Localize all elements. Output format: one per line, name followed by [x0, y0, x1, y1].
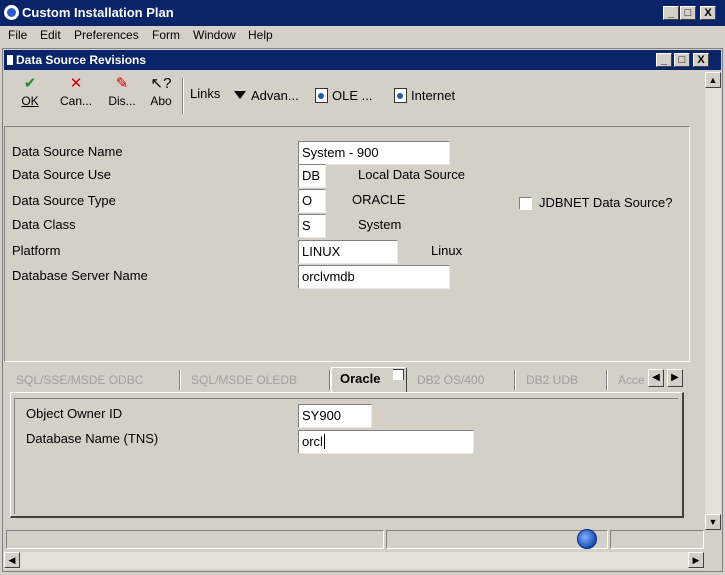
jdbnet-label: JDBNET Data Source?: [539, 195, 673, 210]
tab-scroll-right-button[interactable]: ▶: [667, 369, 683, 387]
object-owner-id-field[interactable]: SY900: [298, 404, 372, 428]
display-button[interactable]: ✎ Dis...: [104, 76, 140, 116]
advanced-label: Advan...: [251, 88, 299, 103]
app-title: Custom Installation Plan: [22, 5, 174, 20]
ole-icon: [315, 88, 328, 103]
menu-preferences[interactable]: Preferences: [74, 28, 139, 42]
form-maximize-button[interactable]: □: [674, 53, 690, 67]
tab-sql-sse-msde-odbc[interactable]: SQL/SSE/MSDE ODBC: [6, 370, 153, 390]
form-title: Data Source Revisions: [16, 53, 147, 67]
about-label: Abo: [150, 94, 172, 108]
vertical-scrollbar[interactable]: ▲ ▼: [705, 72, 721, 530]
data-source-use-label: Data Source Use: [12, 167, 111, 182]
platform-field[interactable]: LINUX: [298, 240, 398, 264]
display-label: Dis...: [108, 94, 136, 108]
status-cell-tertiary: [610, 530, 704, 549]
globe-icon: [577, 529, 597, 549]
maximize-button[interactable]: □: [680, 6, 696, 20]
menu-window[interactable]: Window: [193, 28, 236, 42]
check-icon: ✔: [23, 75, 37, 92]
text-cursor: [323, 434, 325, 449]
ok-label: OK: [21, 94, 39, 108]
toolbar: ✔ OK ✕ Can... ✎ Dis... ↖? Abo Links Adva…: [4, 72, 721, 120]
tab-access[interactable]: Acce: [608, 370, 648, 390]
arrow-down-icon: ▼: [708, 517, 718, 527]
about-button[interactable]: ↖? Abo: [146, 76, 176, 116]
menu-help[interactable]: Help: [248, 28, 273, 42]
database-name-tns-field[interactable]: orcl: [298, 430, 474, 454]
menu-bar: File Edit Preferences Form Window Help: [0, 26, 725, 46]
internet-button[interactable]: Internet: [394, 88, 455, 103]
data-source-type-field[interactable]: O: [298, 189, 326, 213]
data-source-type-label: Data Source Type: [12, 193, 116, 208]
tab-sql-msde-oledb[interactable]: SQL/MSDE OLEDB: [181, 370, 307, 390]
arrow-up-icon: ▲: [708, 75, 718, 85]
scroll-right-button[interactable]: ▶: [688, 552, 704, 568]
app-icon: [4, 5, 19, 20]
cancel-label: Can...: [59, 94, 92, 108]
jdbnet-checkbox[interactable]: [519, 197, 532, 210]
tab-db2-udb[interactable]: DB2 UDB: [516, 370, 588, 390]
data-class-label: Data Class: [12, 217, 76, 232]
internet-icon: [394, 88, 407, 103]
app-title-bar: Custom Installation Plan _ □ X: [0, 0, 725, 26]
menu-edit[interactable]: Edit: [40, 28, 61, 42]
form-minimize-button[interactable]: _: [656, 53, 672, 67]
x-icon: ✕: [69, 75, 83, 92]
data-source-name-label: Data Source Name: [12, 144, 123, 159]
database-name-tns-label: Database Name (TNS): [26, 431, 159, 446]
data-source-use-description: Local Data Source: [358, 167, 465, 182]
form-close-button[interactable]: X: [693, 53, 709, 67]
ole-label: OLE ...: [332, 88, 373, 103]
ole-button[interactable]: OLE ...: [315, 88, 372, 103]
scroll-left-button[interactable]: ◀: [4, 552, 20, 568]
tab-scroll-left-button[interactable]: ◀: [648, 369, 664, 387]
internet-label: Internet: [411, 88, 456, 103]
database-server-name-field[interactable]: orclvmdb: [298, 265, 450, 289]
data-source-type-description: ORACLE: [352, 192, 406, 207]
toolbar-separator: [182, 78, 184, 114]
arrow-right-icon: ▶: [671, 372, 679, 383]
links-menu[interactable]: Links: [190, 86, 220, 101]
status-bar: [4, 528, 704, 550]
tab-oracle[interactable]: Oracle: [331, 367, 407, 392]
data-class-description: System: [358, 217, 402, 232]
display-icon: ✎: [115, 75, 129, 92]
platform-label: Platform: [12, 243, 61, 258]
minimize-button[interactable]: _: [663, 6, 679, 20]
data-class-field[interactable]: S: [298, 214, 326, 238]
arrow-left-icon: ◀: [8, 555, 16, 565]
database-name-tns-value: orcl: [302, 434, 323, 449]
form-title-bar: Data Source Revisions _ □ X: [4, 50, 721, 70]
object-owner-id-label: Object Owner ID: [26, 406, 123, 421]
status-cell-secondary: [386, 530, 608, 549]
status-cell-main: [6, 530, 384, 549]
data-source-name-field[interactable]: System - 900: [298, 141, 450, 165]
close-button[interactable]: X: [700, 6, 716, 20]
tab-db2-os400[interactable]: DB2 OS/400: [407, 370, 494, 390]
dropdown-arrow-icon: [234, 91, 246, 99]
size-grip[interactable]: [705, 552, 721, 569]
arrow-left-icon: ◀: [652, 372, 660, 383]
scroll-down-button[interactable]: ▼: [705, 514, 721, 530]
about-icon: ↖?: [150, 75, 172, 92]
data-source-use-field[interactable]: DB: [298, 164, 326, 188]
platform-description: Linux: [431, 243, 463, 258]
database-server-name-label: Database Server Name: [12, 268, 148, 283]
menu-file[interactable]: File: [8, 28, 27, 42]
ok-button[interactable]: ✔ OK: [16, 76, 44, 116]
cancel-button[interactable]: ✕ Can...: [56, 76, 96, 116]
form-icon: [7, 55, 13, 65]
scroll-up-button[interactable]: ▲: [705, 72, 721, 88]
horizontal-scrollbar[interactable]: ◀ ▶: [4, 552, 704, 569]
arrow-right-icon: ▶: [692, 555, 700, 565]
menu-form[interactable]: Form: [152, 28, 180, 42]
advanced-menu[interactable]: Advan...: [234, 88, 299, 103]
